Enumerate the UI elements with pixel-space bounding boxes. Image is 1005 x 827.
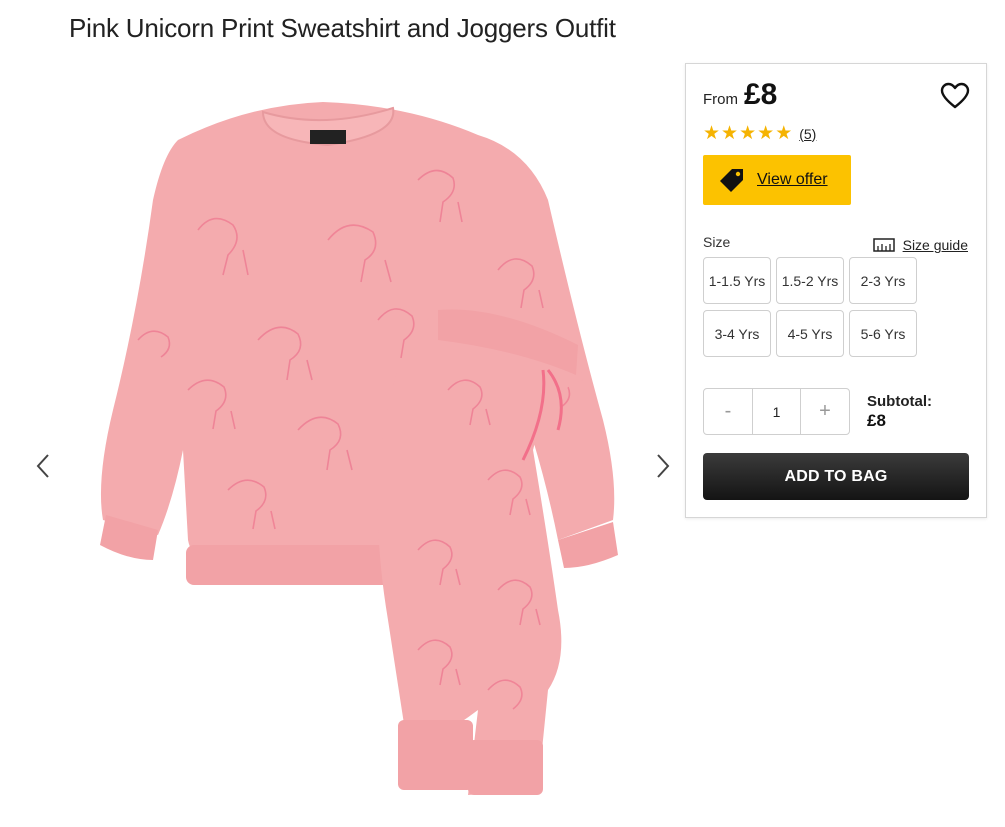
chevron-left-icon [36,454,49,478]
size-option[interactable]: 1-1.5 Yrs [703,257,771,304]
ruler-icon [872,238,895,252]
product-gallery [28,90,678,810]
size-option[interactable]: 3-4 Yrs [703,310,771,357]
size-option[interactable]: 5-6 Yrs [849,310,917,357]
star-icon: ★ [757,123,775,144]
size-options: 1-1.5 Yrs 1.5-2 Yrs 2-3 Yrs 3-4 Yrs 4-5 … [703,257,923,357]
quantity-increase-button[interactable]: + [801,389,849,434]
gallery-next-button[interactable] [650,452,674,480]
star-icon: ★ [775,123,793,144]
subtotal: Subtotal: £8 [867,393,932,431]
gallery-prev-button[interactable] [32,452,56,480]
size-guide-link[interactable]: Size guide [872,237,968,253]
star-icon: ★ [739,123,757,144]
rating: ★ ★ ★ ★ ★ (5) [703,124,816,143]
view-offer-button[interactable]: View offer [703,155,851,205]
view-offer-label: View offer [757,171,828,188]
size-label: Size [703,234,731,250]
size-option[interactable]: 2-3 Yrs [849,257,917,304]
star-icon: ★ [703,123,721,144]
purchase-panel: From £8 ★ ★ ★ ★ ★ (5) View offer Size Si… [685,63,987,518]
heart-icon [940,82,970,109]
wishlist-button[interactable] [940,82,970,110]
quantity-input[interactable] [752,389,801,434]
product-image [100,102,618,795]
joggers-illustration [378,309,583,795]
product-title: Pink Unicorn Print Sweatshirt and Jogger… [69,13,616,43]
star-icon: ★ [721,123,739,144]
price-row: From £8 [703,78,777,112]
rating-stars: ★ ★ ★ ★ ★ [703,124,792,143]
quantity-decrease-button[interactable]: - [704,389,752,434]
size-option[interactable]: 4-5 Yrs [776,310,844,357]
review-count-link[interactable]: (5) [799,126,816,142]
chevron-right-icon [657,454,670,478]
subtotal-value: £8 [867,411,886,430]
from-label: From [703,91,738,108]
price-tag-icon [720,169,743,192]
price: £8 [744,78,778,111]
quantity-stepper: - + [703,388,850,435]
size-guide-label: Size guide [902,237,968,253]
size-option[interactable]: 1.5-2 Yrs [776,257,844,304]
subtotal-label: Subtotal: [867,393,932,410]
add-to-bag-button[interactable]: ADD TO BAG [703,453,969,500]
